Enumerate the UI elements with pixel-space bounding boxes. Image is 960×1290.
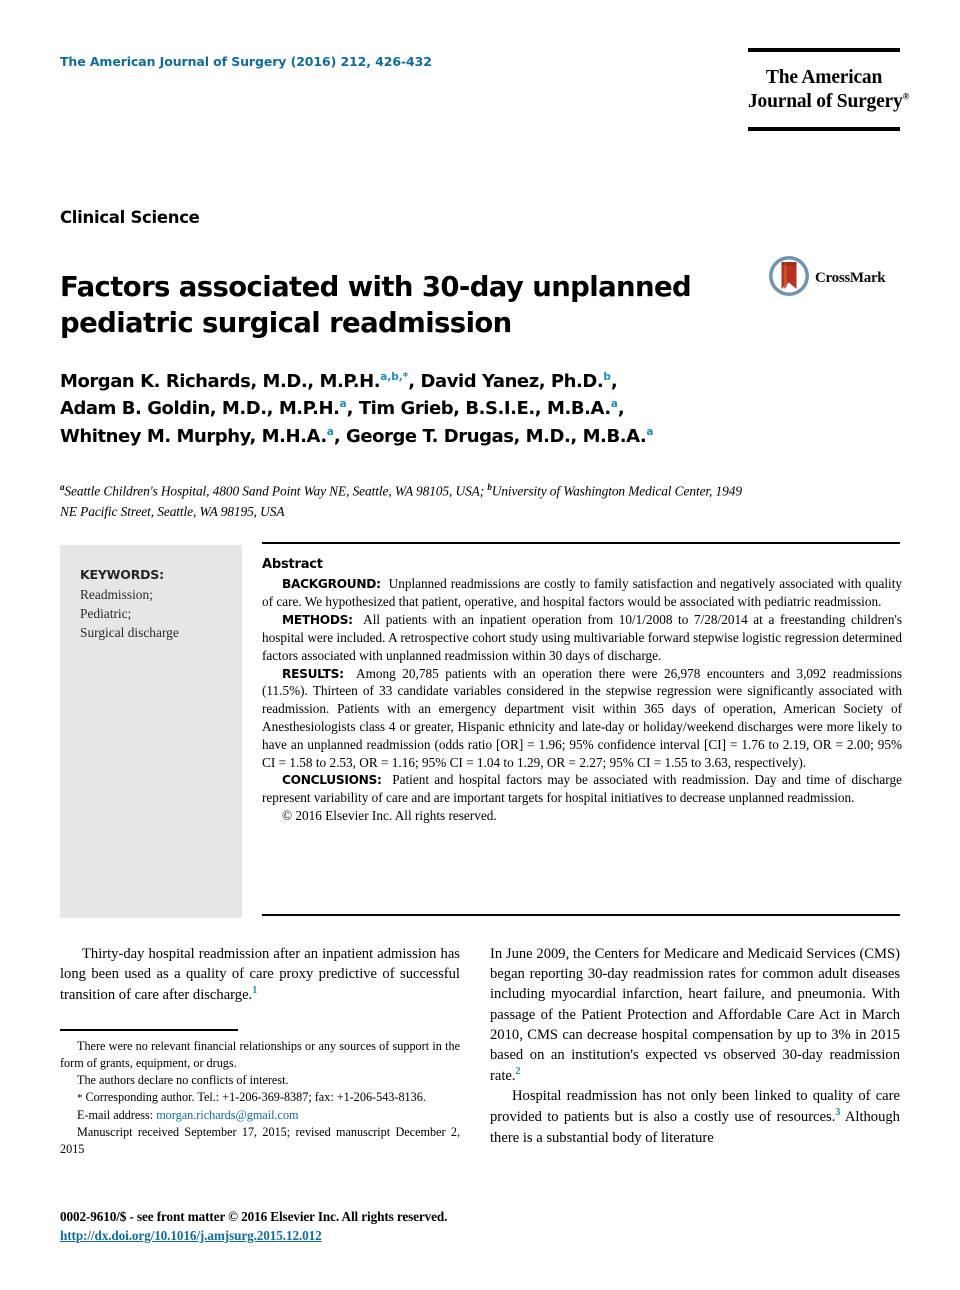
crossmark-icon — [768, 255, 810, 302]
abstract: Abstract BACKGROUND: Unplanned readmissi… — [262, 556, 902, 825]
body-column-right: In June 2009, the Centers for Medicare a… — [490, 944, 900, 1148]
author-separator-1: , — [408, 371, 421, 392]
keyword-item: Readmission; — [80, 587, 153, 602]
author-separator-4: , — [617, 398, 625, 420]
trademark-mark: ® — [902, 91, 910, 102]
keyword-item: Surgical discharge — [80, 625, 179, 641]
journal-logo: The American Journal of Surgery® — [748, 48, 909, 131]
footnotes: There were no relevant financial relatio… — [60, 1038, 460, 1158]
article-page: The American Journal of Surgery (2016) 2… — [0, 0, 960, 1290]
logo-rule-top — [748, 48, 900, 52]
email-label: E-mail address: — [77, 1107, 157, 1122]
body-paragraph-text: Thirty-day hospital readmission after an… — [60, 946, 460, 1004]
body-column-left: Thirty-day hospital readmission after an… — [60, 944, 460, 1005]
abstract-methods: METHODS: All patients with an inpatient … — [262, 611, 902, 664]
corresponding-text: Corresponding author. Tel.: +1-206-369-8… — [82, 1090, 426, 1105]
crossmark-label: CrossMark — [815, 269, 886, 286]
affiliation-text-a: Seattle Children's Hospital, 4800 Sand P… — [64, 483, 488, 499]
section-label: Clinical Science — [60, 208, 200, 227]
abstract-copyright: © 2016 Elsevier Inc. All rights reserved… — [282, 808, 497, 824]
masthead: The American Journal of Surgery (2016) 2… — [60, 48, 909, 168]
author-murphy-affiliation: a — [326, 425, 334, 438]
page-title: Factors associated with 30-day unplanned… — [60, 271, 692, 340]
body-paragraph: In June 2009, the Centers for Medicare a… — [490, 944, 900, 1086]
author-yanez: David Yanez, Ph.D. — [420, 371, 604, 392]
abstract-results-text: Among 20,785 patients with an operation … — [262, 665, 902, 770]
keywords-box: KEYWORDS: Readmission; Pediatric; Surgic… — [60, 545, 242, 918]
abstract-methods-text: All patients with an inpatient operation… — [262, 612, 902, 663]
author-goldin-affiliation: a — [339, 398, 347, 411]
abstract-heading: Abstract — [262, 557, 323, 572]
affiliations: aSeattle Children's Hospital, 4800 Sand … — [60, 481, 750, 522]
author-drugas-affiliation: a — [646, 425, 654, 438]
footnote-email: E-mail address: morgan.richards@gmail.co… — [60, 1107, 460, 1124]
keyword-item: Pediatric; — [80, 606, 132, 622]
journal-logo-line-2: Journal of Surgery® — [748, 90, 909, 114]
author-richards: Morgan K. Richards, M.D., M.P.H. — [60, 371, 381, 392]
body-paragraph-text: In June 2009, the Centers for Medicare a… — [490, 946, 900, 1085]
author-richards-affiliation: a,b, — [380, 371, 403, 383]
author-separator-5: , — [333, 425, 347, 447]
abstract-results: RESULTS: Among 20,785 patients with an o… — [262, 665, 902, 772]
author-drugas: George T. Drugas, M.D., M.B.A. — [346, 425, 647, 447]
author-line-3: Whitney M. Murphy, M.H.A.a, George T. Dr… — [60, 423, 760, 450]
author-separator-3: , — [346, 398, 359, 420]
page-footer: 0002-9610/$ - see front matter © 2016 El… — [60, 1208, 560, 1245]
author-goldin: Adam B. Goldin, M.D., M.P.H. — [60, 398, 340, 420]
abstract-methods-label: METHODS: — [282, 613, 353, 628]
abstract-conclusions-label: CONCLUSIONS: — [282, 773, 382, 788]
author-line-1: Morgan K. Richards, M.D., M.P.H.a,b,*, D… — [60, 368, 760, 395]
author-list: Morgan K. Richards, M.D., M.P.H.a,b,*, D… — [60, 368, 760, 450]
abstract-rule-top — [262, 542, 900, 544]
footer-issn: 0002-9610/$ - see front matter © 2016 El… — [60, 1209, 448, 1224]
citation-ref[interactable]: 1 — [252, 985, 257, 996]
footnote-corresponding: * Corresponding author. Tel.: +1-206-369… — [60, 1089, 460, 1106]
footnote-rule — [60, 1029, 238, 1031]
abstract-rule-bottom — [262, 914, 900, 916]
keywords-title: KEYWORDS: — [80, 567, 164, 582]
citation-ref[interactable]: 2 — [516, 1066, 521, 1077]
author-grieb-affiliation: a — [610, 398, 618, 411]
journal-logo-line-1: The American — [765, 67, 883, 88]
logo-rule-bottom — [748, 126, 900, 131]
email-link[interactable]: morgan.richards@gmail.com — [156, 1108, 298, 1122]
author-murphy: Whitney M. Murphy, M.H.A. — [60, 425, 327, 447]
author-separator-2: , — [610, 371, 618, 392]
crossmark-badge[interactable]: CrossMark — [768, 255, 904, 302]
footnote-manuscript-dates: Manuscript received September 17, 2015; … — [60, 1125, 460, 1157]
journal-reference: The American Journal of Surgery (2016) 2… — [60, 54, 432, 69]
author-yanez-affiliation: b — [603, 371, 611, 383]
footnote-funding: There were no relevant financial relatio… — [60, 1039, 460, 1071]
footnote-conflicts: The authors declare no conflicts of inte… — [77, 1073, 289, 1088]
author-grieb: Tim Grieb, B.S.I.E., M.B.A. — [358, 398, 611, 420]
abstract-results-label: RESULTS: — [282, 666, 344, 681]
abstract-background: BACKGROUND: Unplanned readmissions are c… — [262, 575, 902, 611]
doi-link[interactable]: http://dx.doi.org/10.1016/j.amjsurg.2015… — [60, 1228, 322, 1243]
body-paragraph: Thirty-day hospital readmission after an… — [60, 944, 460, 1005]
body-paragraph: Hospital readmission has not only been l… — [490, 1086, 900, 1147]
journal-logo-line-2-text: Journal of Surgery — [748, 90, 903, 112]
abstract-conclusions: CONCLUSIONS: Patient and hospital factor… — [262, 771, 902, 807]
author-line-2: Adam B. Goldin, M.D., M.P.H.a, Tim Grieb… — [60, 395, 760, 422]
abstract-background-label: BACKGROUND: — [282, 577, 381, 592]
